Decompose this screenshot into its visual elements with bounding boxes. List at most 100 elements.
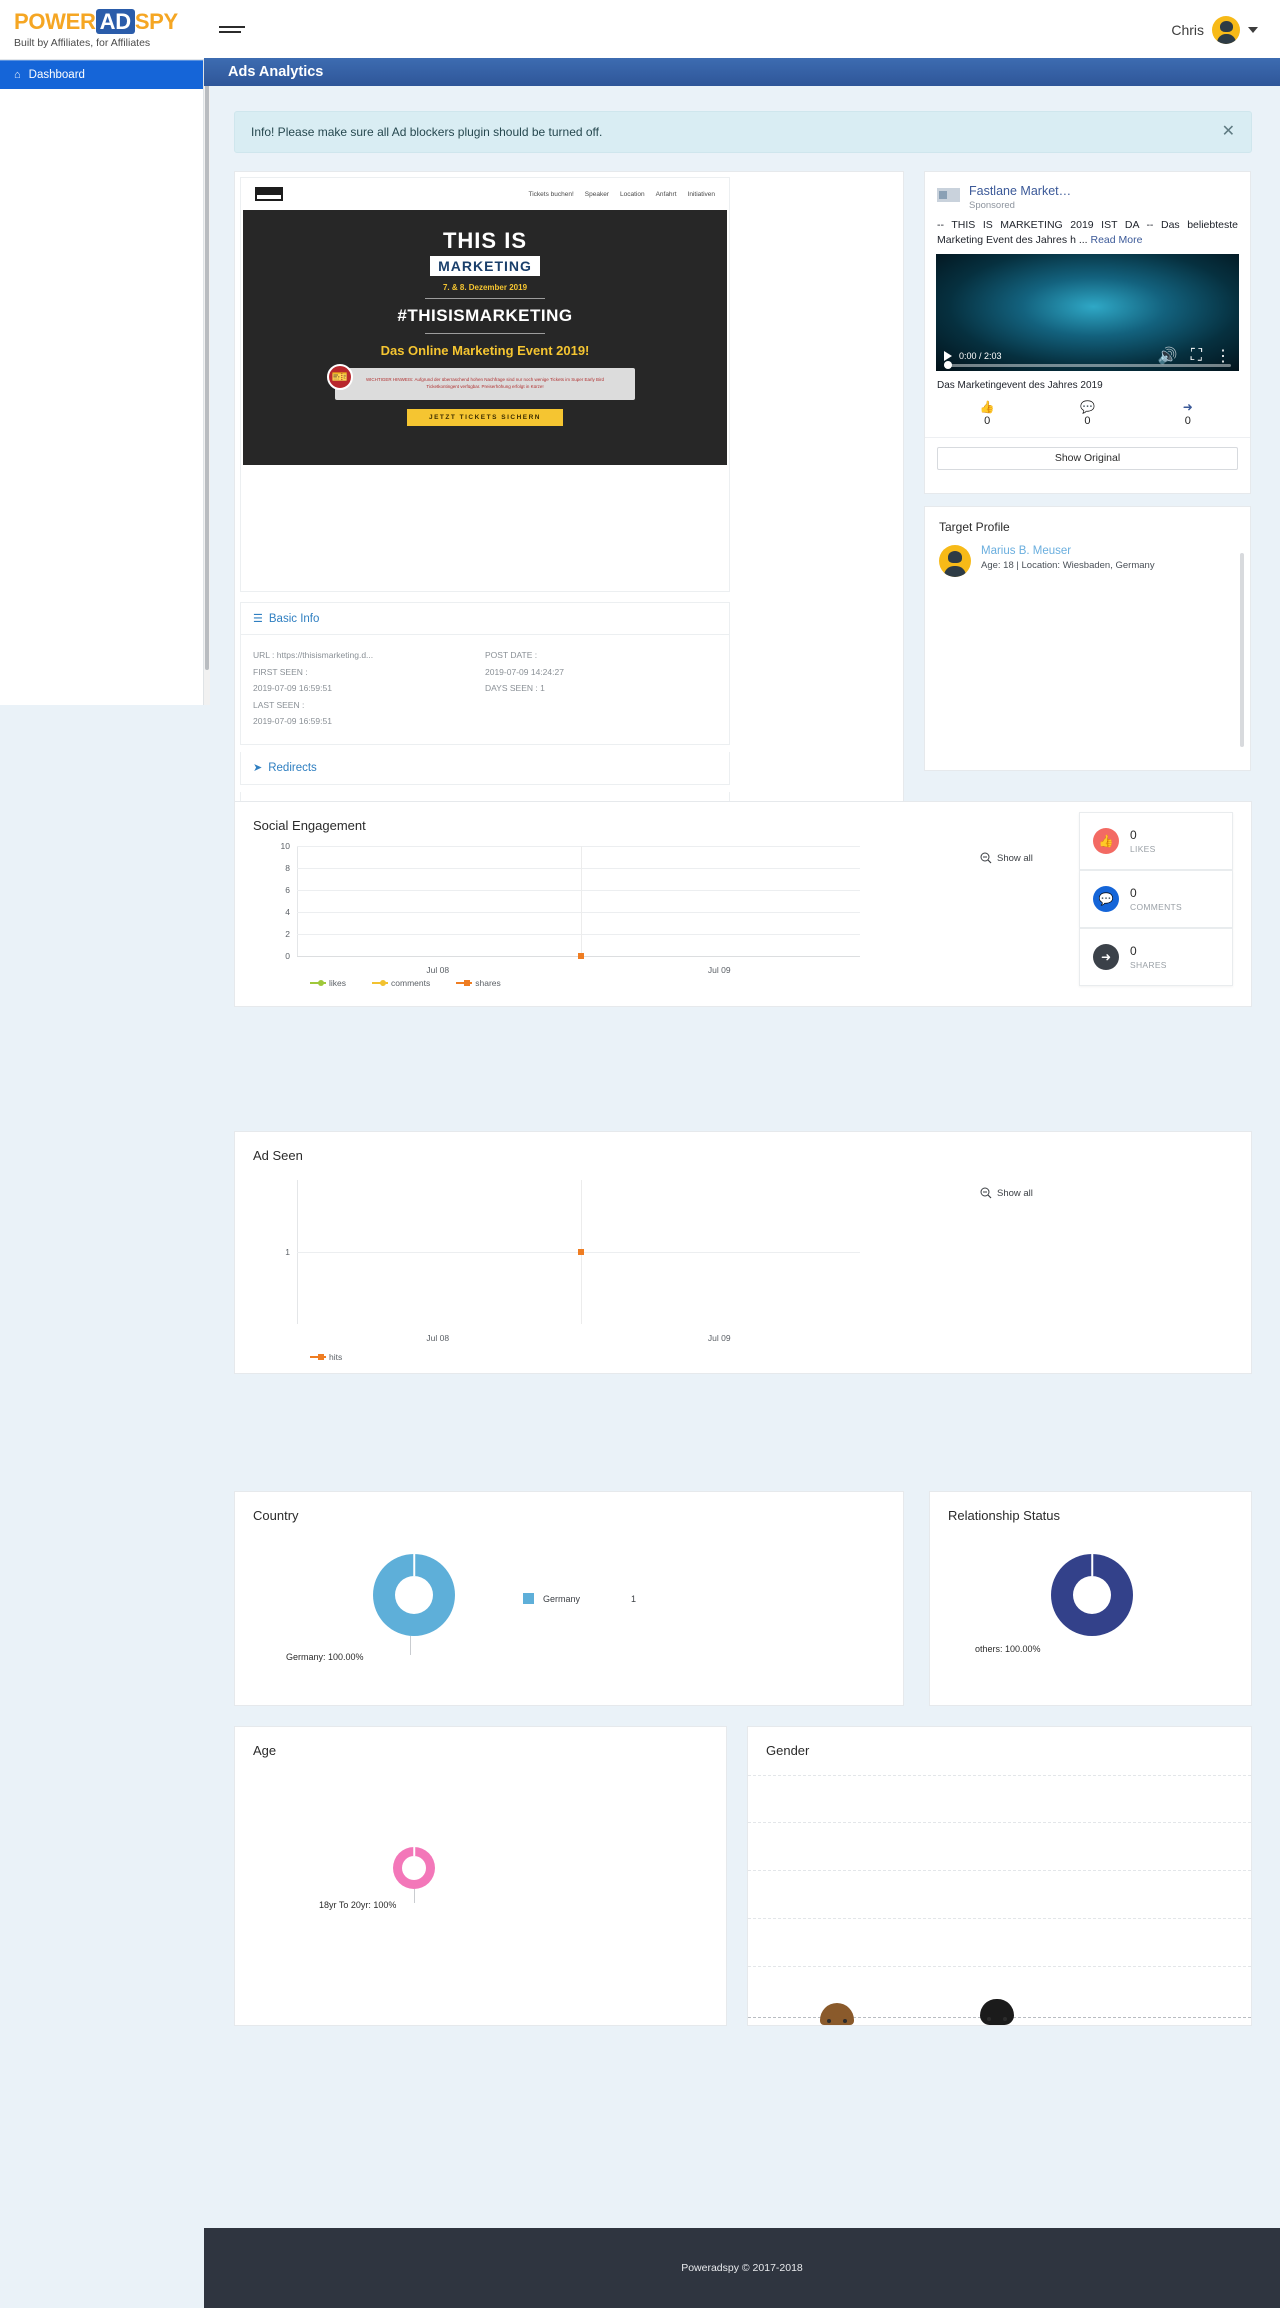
share-icon: ➜ [1093, 944, 1119, 970]
ad-headline-2: MARKETING [430, 256, 540, 276]
stat-card-likes[interactable]: 👍 0 LIKES [1079, 812, 1233, 870]
legend-item-shares[interactable]: shares [456, 978, 501, 988]
relationship-slice-label: others: 100.00% [975, 1644, 1041, 1654]
target-profile-scrollbar[interactable] [1240, 553, 1244, 747]
legend-item-likes[interactable]: likes [310, 978, 346, 988]
page-title: Ads Analytics [228, 64, 324, 80]
ad-note-text: WICHTIGER HINWEIS: Aufgrund der überrasc… [365, 377, 605, 389]
info-banner: Info! Please make sure all Ad blockers p… [234, 111, 1252, 153]
read-more-link[interactable]: Read More [1091, 234, 1143, 246]
ad-seen-legend: hits [310, 1352, 342, 1362]
home-icon: ⌂ [14, 69, 21, 81]
video-progress-bar[interactable] [944, 361, 1231, 370]
target-profile-entry[interactable]: Marius B. Meuser Age: 18 | Location: Wie… [925, 534, 1250, 577]
fullscreen-icon[interactable]: ⛶ [1191, 347, 1202, 365]
logo-text-power: POWER [14, 8, 96, 34]
legend-item-hits[interactable]: hits [310, 1352, 342, 1362]
kebab-menu-icon[interactable]: ⋮ [1215, 346, 1231, 366]
y-tick: 6 [285, 885, 290, 895]
gridline [748, 1775, 1251, 1776]
leader-line [414, 1889, 415, 1903]
volume-icon[interactable]: 🔊 [1158, 346, 1178, 366]
logo[interactable]: POWER AD SPY Built by Affiliates, for Affi… [0, 8, 205, 49]
legend-label: hits [329, 1352, 343, 1362]
basic-info-left-column: URL : https://thisismarketing.d... FIRST… [253, 647, 485, 730]
relationship-status-card: Relationship Status others: 100.00% [929, 1491, 1252, 1706]
gender-bar-male[interactable] [820, 2003, 854, 2025]
country-legend[interactable]: Germany 1 [523, 1593, 636, 1604]
ad-seen-show-all[interactable]: Show all [980, 1187, 1033, 1199]
ad-note-box: 🎫 WICHTIGER HINWEIS: Aufgrund der überra… [327, 364, 635, 400]
gridline [748, 1822, 1251, 1823]
country-slice-label: Germany: 100.00% [286, 1652, 364, 1662]
hamburger-icon[interactable] [219, 26, 245, 33]
y-tick: 0 [285, 951, 290, 961]
avatar [939, 545, 971, 577]
gridline [748, 1966, 1251, 1967]
basic-info-url: URL : https://thisismarketing.d... [253, 650, 374, 660]
preview-stat-value: 0 [984, 414, 991, 427]
stat-label: SHARES [1130, 960, 1167, 970]
ad-cta-button[interactable]: JETZT TICKETS SICHERN [406, 409, 564, 426]
ad-subline: Das Online Marketing Event 2019! [380, 343, 590, 358]
accordion-redirects[interactable]: ➤ Redirects [240, 751, 730, 785]
stat-card-shares[interactable]: ➜ 0 SHARES [1079, 928, 1233, 986]
data-point-hits[interactable] [578, 1249, 585, 1255]
basic-info-days-seen: DAYS SEEN : 1 [485, 683, 545, 694]
age-donut[interactable] [393, 1847, 435, 1889]
country-donut[interactable] [373, 1554, 455, 1636]
ad-site-logo-icon [255, 187, 283, 201]
user-menu[interactable]: Chris [1171, 15, 1280, 44]
legend-item-comments[interactable]: comments [372, 978, 430, 988]
gridline [297, 890, 860, 891]
relationship-status-title: Relationship Status [948, 1508, 1061, 1523]
sidebar-background [0, 705, 204, 2308]
ad-video-player[interactable]: 0:00 / 2:03 🔊 ⛶ ⋮ [936, 253, 1239, 371]
data-point-shares[interactable] [578, 953, 585, 959]
chevron-down-icon[interactable] [1248, 26, 1258, 33]
target-profile-name[interactable]: Marius B. Meuser [981, 545, 1155, 557]
preview-stat-value: 0 [1184, 414, 1191, 427]
preview-stat-likes: 👍 0 [937, 400, 1037, 427]
ad-hero: THIS IS MARKETING 7. & 8. Dezember 2019 … [243, 210, 727, 465]
divider [425, 333, 545, 334]
close-icon[interactable]: ✕ [1222, 124, 1235, 140]
basic-info-header[interactable]: ☰ Basic Info [240, 602, 730, 635]
social-engagement-show-all[interactable]: Show all [980, 852, 1033, 864]
basic-info-first-seen-value: 2019-07-09 16:59:51 [253, 683, 332, 694]
y-tick: 2 [285, 929, 290, 939]
sidebar-item-dashboard[interactable]: ⌂ Dashboard [0, 60, 203, 89]
gender-bar-female[interactable] [980, 1999, 1014, 2025]
play-icon[interactable] [944, 350, 952, 361]
y-tick: 8 [285, 863, 290, 873]
gridline [297, 868, 860, 869]
ad-body-text: -- THIS IS MARKETING 2019 IST DA -- Das … [925, 215, 1250, 246]
target-profile-title: Target Profile [939, 520, 1010, 534]
logo-wordmark: POWER AD SPY [14, 8, 205, 34]
age-slice-label: 18yr To 20yr: 100% [319, 1900, 397, 1910]
show-all-label: Show all [997, 1187, 1033, 1199]
gridline-vertical [581, 846, 583, 956]
legend-swatch [523, 1593, 534, 1604]
show-all-label: Show all [997, 852, 1033, 864]
zoom-out-icon [980, 852, 992, 864]
video-time: 0:00 / 2:03 [959, 350, 1002, 361]
age-card: Age 18yr To 20yr: 100% [234, 1726, 727, 2026]
ad-page-name[interactable]: Fastlane Market… [969, 184, 1071, 198]
stat-value: 0 [1130, 944, 1137, 958]
legend-label: comments [391, 978, 431, 988]
sidebar: ⌂ Dashboard [0, 60, 204, 705]
show-original-button[interactable]: Show Original [937, 446, 1238, 470]
social-engagement-legend: likes comments shares [310, 978, 501, 988]
preview-stat-comments: 💬 0 [1037, 400, 1137, 427]
ad-seen-title: Ad Seen [253, 1148, 303, 1163]
social-engagement-plot: 10 8 6 4 2 0 Jul 08 Jul 09 [281, 841, 860, 975]
legend-label: Germany [543, 1593, 581, 1604]
ad-hashtag: #THISISMARKETING [397, 306, 573, 325]
logo-tagline: Built by Affiliates, for Affiliates [14, 36, 151, 49]
stat-card-comments[interactable]: 💬 0 COMMENTS [1079, 870, 1233, 928]
relationship-donut[interactable] [1051, 1554, 1133, 1636]
thumbs-up-icon: 👍 [979, 399, 995, 414]
page-header: Ads Analytics [204, 58, 1280, 86]
basic-info-title: Basic Info [268, 612, 320, 625]
